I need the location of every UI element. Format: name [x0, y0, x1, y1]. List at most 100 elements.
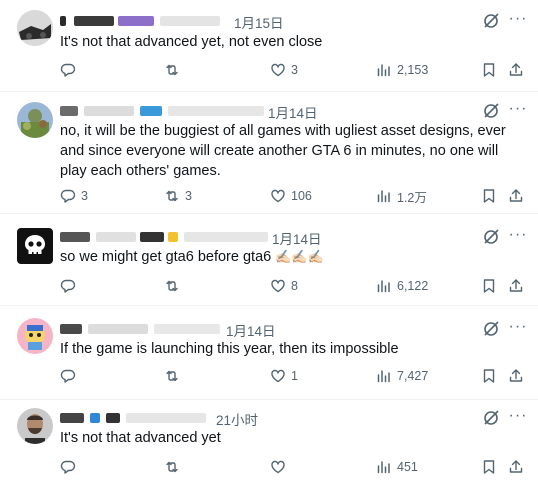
avatar[interactable]: [17, 10, 53, 46]
more-icon[interactable]: ···: [508, 319, 528, 338]
redacted-username: [60, 413, 84, 423]
views-button[interactable]: 7,427: [376, 366, 428, 386]
redacted-username: [60, 16, 66, 26]
reply-item[interactable]: 1月14日 ··· so we might get gta6 before gt…: [0, 214, 538, 306]
reply-button[interactable]: [60, 60, 81, 80]
action-bar: 1 7,427: [60, 366, 538, 386]
comment-icon: [60, 369, 76, 383]
share-button[interactable]: [508, 186, 524, 206]
redacted-username: [118, 16, 154, 26]
timestamp[interactable]: 1月14日: [268, 102, 318, 122]
redacted-username: [60, 232, 90, 242]
repost-button[interactable]: 3: [164, 186, 192, 206]
like-count: 106: [291, 189, 312, 203]
grok-icon[interactable]: [482, 320, 500, 338]
grok-icon[interactable]: [482, 12, 500, 30]
like-button[interactable]: 3: [270, 60, 298, 80]
more-icon[interactable]: ···: [508, 408, 528, 427]
redacted-handle: [160, 16, 220, 26]
views-icon: [377, 190, 390, 203]
repost-icon: [166, 280, 178, 292]
reply-item[interactable]: 1月14日 ··· no, it will be the buggiest of…: [0, 92, 538, 214]
redacted-username: [74, 16, 114, 26]
repost-button[interactable]: [164, 60, 185, 80]
grok-icon[interactable]: [482, 409, 500, 427]
reply-button[interactable]: 3: [60, 186, 88, 206]
redacted-username: [84, 106, 134, 116]
redacted-username: [96, 232, 136, 242]
timestamp[interactable]: 1月14日: [226, 320, 276, 340]
avatar-image: [17, 408, 53, 444]
reply-item[interactable]: 1月15日 ··· It's not that advanced yet, no…: [0, 0, 538, 92]
views-icon: [377, 64, 390, 77]
view-count: 2,153: [397, 63, 429, 77]
view-count: 7,427: [397, 369, 429, 383]
more-icon[interactable]: ···: [508, 11, 528, 30]
redacted-username: [106, 413, 120, 423]
repost-button[interactable]: [164, 457, 185, 477]
repost-icon: [166, 190, 178, 202]
repost-button[interactable]: [164, 276, 185, 296]
redacted-username: [88, 324, 148, 334]
more-icon[interactable]: ···: [508, 227, 528, 246]
bookmark-button[interactable]: [481, 366, 497, 386]
reply-text: If the game is launching this year, then…: [60, 341, 399, 357]
redacted-handle: [168, 106, 264, 116]
like-button[interactable]: 106: [270, 186, 312, 206]
share-button[interactable]: [508, 457, 524, 477]
avatar-image: [17, 102, 53, 138]
grok-icon[interactable]: [482, 228, 500, 246]
more-icon[interactable]: ···: [508, 101, 528, 120]
repost-icon: [166, 461, 178, 473]
like-button[interactable]: 8: [270, 276, 298, 296]
reply-header: 1月14日: [60, 228, 478, 248]
like-count: 8: [291, 279, 298, 293]
timestamp[interactable]: 21小时: [216, 409, 258, 429]
views-button[interactable]: 6,122: [376, 276, 428, 296]
like-count: 3: [291, 63, 298, 77]
reply-item[interactable]: 21小时 ··· It's not that advanced yet 451: [0, 400, 538, 489]
views-button[interactable]: 451: [376, 457, 418, 477]
avatar[interactable]: [17, 228, 53, 264]
timestamp[interactable]: 1月14日: [272, 228, 322, 248]
reply-header: 1月15日: [60, 12, 478, 32]
views-button[interactable]: 2,153: [376, 60, 428, 80]
repost-button[interactable]: [164, 366, 185, 386]
share-button[interactable]: [508, 366, 524, 386]
reply-button[interactable]: [60, 366, 81, 386]
heart-icon: [271, 460, 285, 474]
comment-icon: [60, 63, 76, 77]
bookmark-button[interactable]: [481, 457, 497, 477]
reply-button[interactable]: [60, 457, 81, 477]
avatar[interactable]: [17, 102, 53, 138]
bookmark-button[interactable]: [481, 186, 497, 206]
grok-icon[interactable]: [482, 102, 500, 120]
like-button[interactable]: 1: [270, 366, 298, 386]
avatar[interactable]: [17, 318, 53, 354]
share-button[interactable]: [508, 60, 524, 80]
view-count: 1.2万: [397, 190, 427, 205]
like-button[interactable]: [270, 457, 291, 477]
action-bar: 3 2,153: [60, 60, 538, 80]
share-button[interactable]: [508, 276, 524, 296]
reply-text: It's not that advanced yet: [60, 430, 221, 446]
share-icon: [509, 279, 523, 292]
like-count: 1: [291, 369, 298, 383]
avatar[interactable]: [17, 408, 53, 444]
views-icon: [377, 280, 390, 293]
comment-icon: [60, 189, 76, 203]
reply-count: 3: [81, 189, 88, 203]
reply-text: no, it will be the buggiest of all games…: [60, 123, 506, 179]
bookmark-button[interactable]: [481, 60, 497, 80]
reply-item[interactable]: 1月14日 ··· If the game is launching this …: [0, 306, 538, 400]
redacted-handle: [184, 232, 268, 242]
reply-button[interactable]: [60, 276, 81, 296]
bookmark-button[interactable]: [481, 276, 497, 296]
emoji-writing-hands: ✍🏻✍🏻✍🏻: [275, 249, 324, 264]
redacted-handle: [154, 324, 220, 334]
redacted-username: [60, 106, 78, 116]
timestamp[interactable]: 1月15日: [234, 12, 284, 32]
views-button[interactable]: 1.2万: [376, 186, 427, 206]
views-icon: [377, 461, 390, 474]
reply-text: so we might get gta6 before gta6 ✍🏻✍🏻✍🏻: [60, 247, 518, 267]
